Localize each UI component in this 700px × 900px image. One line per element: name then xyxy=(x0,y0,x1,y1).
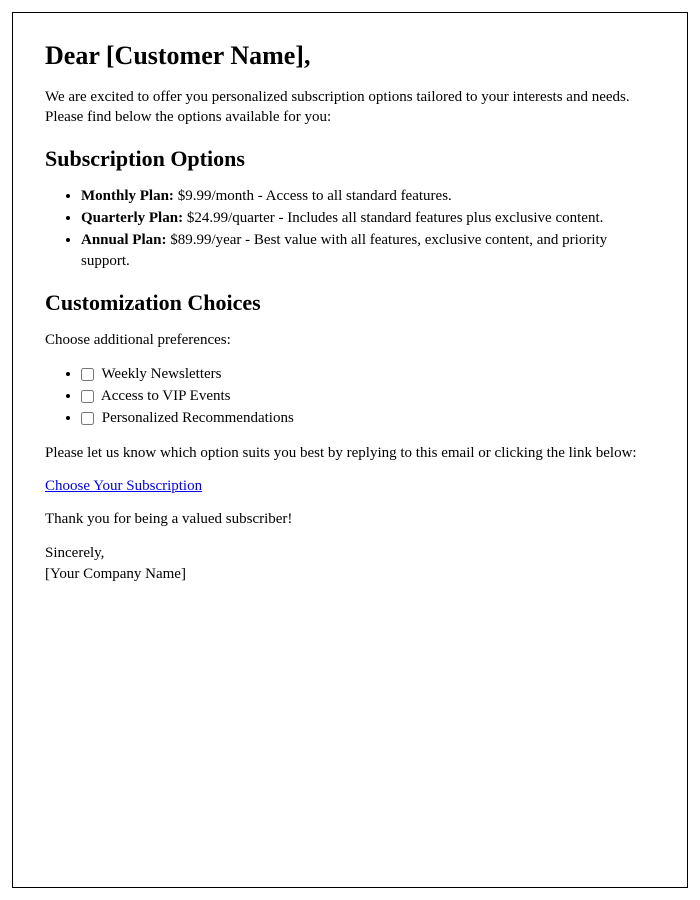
plan-item-monthly: Monthly Plan: $9.99/month - Access to al… xyxy=(81,186,655,207)
checkbox-recommendations[interactable] xyxy=(81,412,94,425)
plan-item-annual: Annual Plan: $89.99/year - Best value wi… xyxy=(81,230,655,272)
plan-label-annual: Annual Plan: xyxy=(81,232,166,248)
customization-choice-list: Weekly Newsletters Access to VIP Events … xyxy=(81,364,655,429)
customization-intro: Choose additional preferences: xyxy=(45,330,655,350)
subscription-plan-list: Monthly Plan: $9.99/month - Access to al… xyxy=(81,186,655,272)
plan-label-quarterly: Quarterly Plan: xyxy=(81,210,183,226)
greeting-heading: Dear [Customer Name], xyxy=(45,41,655,71)
choice-label-vip-events: Access to VIP Events xyxy=(98,388,231,404)
plan-desc-monthly: $9.99/month - Access to all standard fea… xyxy=(174,188,452,204)
plan-desc-quarterly: $24.99/quarter - Includes all standard f… xyxy=(183,210,603,226)
checkbox-vip-events[interactable] xyxy=(81,390,94,403)
choice-item-newsletters: Weekly Newsletters xyxy=(81,364,655,385)
choose-subscription-link[interactable]: Choose Your Subscription xyxy=(45,478,202,494)
intro-paragraph: We are excited to offer you personalized… xyxy=(45,87,655,128)
document-container: Dear [Customer Name], We are excited to … xyxy=(12,12,688,888)
checkbox-newsletters[interactable] xyxy=(81,368,94,381)
signoff-block: Sincerely, [Your Company Name] xyxy=(45,543,655,584)
cta-paragraph: Please let us know which option suits yo… xyxy=(45,443,655,463)
plan-item-quarterly: Quarterly Plan: $24.99/quarter - Include… xyxy=(81,208,655,229)
choice-item-recommendations: Personalized Recommendations xyxy=(81,408,655,429)
subscription-options-heading: Subscription Options xyxy=(45,146,655,172)
signoff-line1: Sincerely, xyxy=(45,543,655,563)
customization-choices-heading: Customization Choices xyxy=(45,290,655,316)
choice-label-newsletters: Weekly Newsletters xyxy=(98,366,221,382)
thank-you-paragraph: Thank you for being a valued subscriber! xyxy=(45,509,655,529)
choice-item-vip-events: Access to VIP Events xyxy=(81,386,655,407)
signoff-line2: [Your Company Name] xyxy=(45,564,655,584)
link-block: Choose Your Subscription xyxy=(45,477,655,495)
plan-label-monthly: Monthly Plan: xyxy=(81,188,174,204)
choice-label-recommendations: Personalized Recommendations xyxy=(98,410,294,426)
